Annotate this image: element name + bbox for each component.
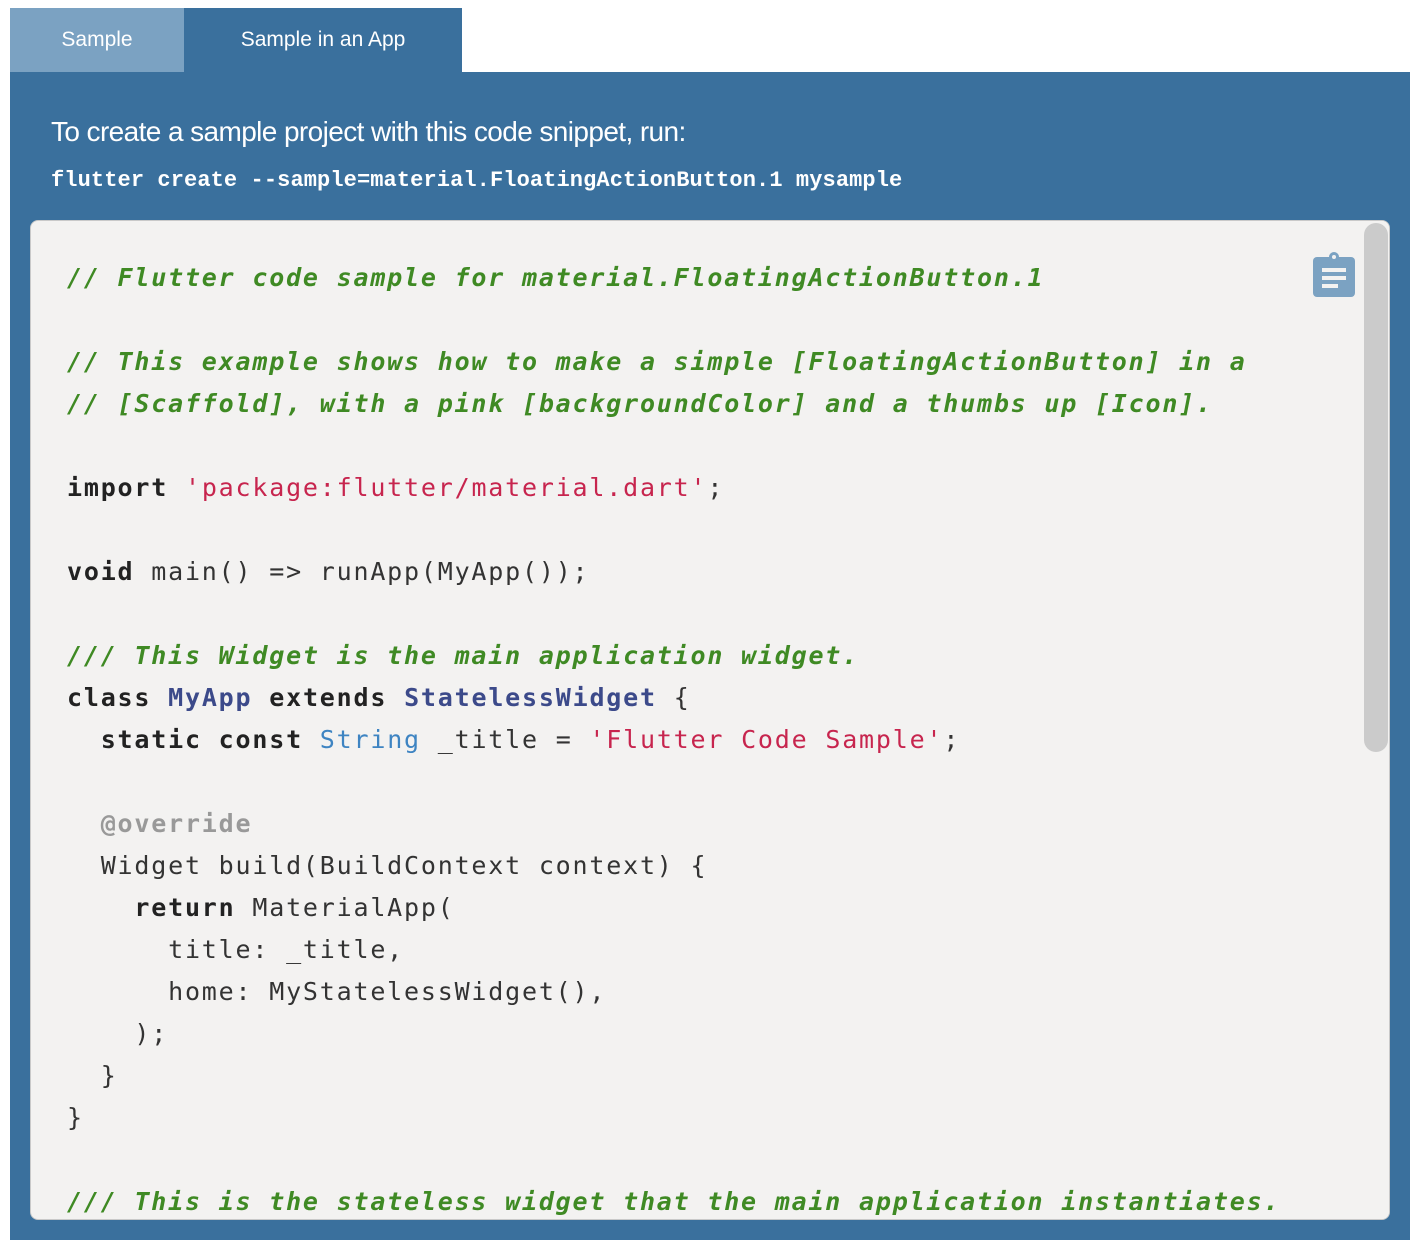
code-line: ); bbox=[67, 1013, 1280, 1055]
code-keyword: const bbox=[218, 725, 303, 754]
code-line: /// This is the stateless widget that th… bbox=[67, 1181, 1281, 1219]
code-builtin-type: String bbox=[319, 725, 421, 754]
code-type: MyApp bbox=[168, 683, 253, 712]
copy-button[interactable] bbox=[1313, 251, 1355, 297]
code-line: @override bbox=[67, 803, 1280, 845]
code-line: class MyApp extends StatelessWidget { bbox=[67, 677, 1280, 719]
code-line: home: MyStatelessWidget(), bbox=[67, 971, 1280, 1013]
code-keyword: extends bbox=[269, 683, 388, 712]
tab-sample-label: Sample bbox=[61, 28, 133, 51]
code-comment: /// This is the stateless widget that th… bbox=[67, 1187, 1281, 1216]
clipboard-icon bbox=[1313, 252, 1355, 297]
code-comment: /// This Widget is the main application … bbox=[67, 641, 860, 670]
code-viewer: // Flutter code sample for material.Floa… bbox=[30, 220, 1390, 1220]
code-text: title: _title, bbox=[67, 935, 405, 964]
code-line: // Flutter code sample for material.Floa… bbox=[67, 257, 1280, 299]
code-block: // Flutter code sample for material.Floa… bbox=[67, 257, 1281, 1219]
code-text: _title = bbox=[420, 725, 590, 754]
code-line: } bbox=[67, 1055, 1280, 1097]
code-line: /// This Widget is the main application … bbox=[67, 635, 1280, 677]
code-line: return MaterialApp( bbox=[67, 887, 1280, 929]
code-keyword: import bbox=[67, 473, 169, 502]
code-line: void main() => runApp(MyApp()); bbox=[67, 551, 1280, 593]
code-type: StatelessWidget bbox=[404, 683, 657, 712]
code-comment: // [Scaffold], with a pink [backgroundCo… bbox=[67, 389, 1213, 418]
create-command: flutter create --sample=material.Floatin… bbox=[51, 168, 903, 193]
code-string: 'package:flutter/material.dart' bbox=[184, 473, 708, 502]
code-text: } bbox=[67, 1061, 118, 1090]
intro-text: To create a sample project with this cod… bbox=[51, 116, 686, 147]
code-line: // This example shows how to make a simp… bbox=[67, 341, 1280, 383]
code-keyword: class bbox=[67, 683, 152, 712]
code-keyword: static bbox=[100, 725, 202, 754]
code-text: } bbox=[67, 1103, 84, 1132]
tab-sample-in-an-app[interactable]: Sample in an App bbox=[184, 8, 462, 72]
code-line: static const String _title = 'Flutter Co… bbox=[67, 719, 1280, 761]
tab-bar: Sample Sample in an App bbox=[10, 8, 462, 72]
code-line: // [Scaffold], with a pink [backgroundCo… bbox=[67, 383, 1280, 425]
code-keyword: return bbox=[134, 893, 236, 922]
sample-panel: To create a sample project with this cod… bbox=[10, 72, 1410, 1240]
vertical-scrollbar[interactable] bbox=[1363, 221, 1389, 1219]
scrollbar-thumb[interactable] bbox=[1364, 223, 1388, 752]
code-text: home: MyStatelessWidget(), bbox=[67, 977, 607, 1006]
code-text: { bbox=[656, 683, 691, 712]
code-string: 'Flutter Code Sample' bbox=[589, 725, 944, 754]
code-text: ; bbox=[707, 473, 725, 502]
code-comment: // This example shows how to make a simp… bbox=[67, 347, 1247, 376]
code-text: main() => runApp(MyApp()); bbox=[134, 557, 590, 586]
code-line: title: _title, bbox=[67, 929, 1280, 971]
code-line: Widget build(BuildContext context) { bbox=[67, 845, 1280, 887]
tab-sample-in-an-app-label: Sample in an App bbox=[240, 28, 406, 51]
tab-sample[interactable]: Sample bbox=[10, 8, 184, 72]
code-text: MaterialApp( bbox=[235, 893, 455, 922]
code-text: ); bbox=[67, 1019, 169, 1048]
code-keyword: void bbox=[67, 557, 135, 586]
code-annotation: @override bbox=[100, 809, 253, 838]
code-text: ; bbox=[943, 725, 961, 754]
code-line: } bbox=[67, 1097, 1280, 1139]
code-line: import 'package:flutter/material.dart'; bbox=[67, 467, 1280, 509]
code-comment: // Flutter code sample for material.Floa… bbox=[67, 263, 1045, 292]
code-text: Widget build(BuildContext context) { bbox=[67, 851, 708, 880]
